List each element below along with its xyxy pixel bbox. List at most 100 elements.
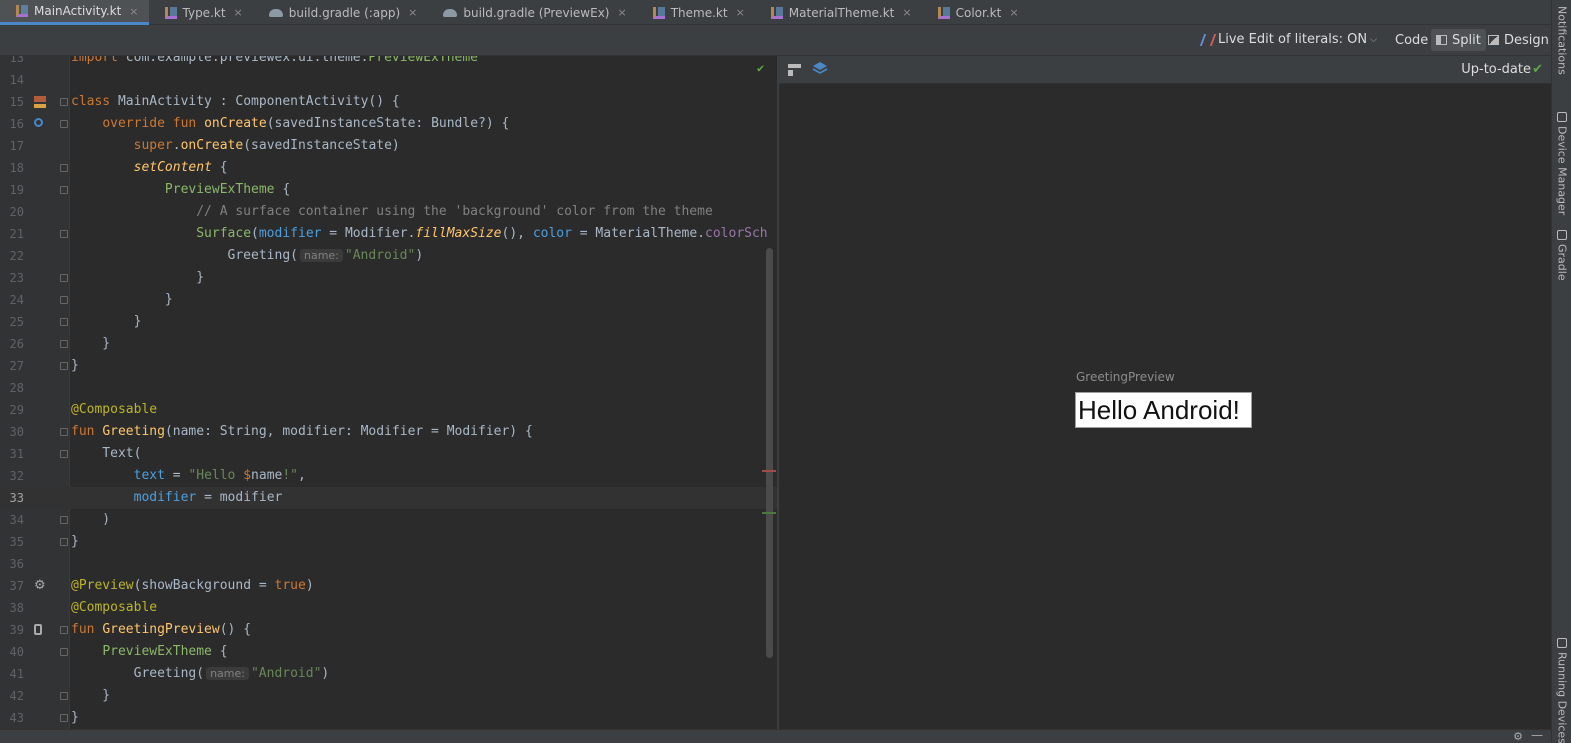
- gear-icon[interactable]: ⚙: [1513, 730, 1523, 743]
- code-line[interactable]: 14: [0, 69, 778, 91]
- editor-tab[interactable]: MainActivity.kt ×: [0, 0, 149, 25]
- editor-tab-label: MainActivity.kt: [34, 4, 122, 18]
- code-line[interactable]: 30 fun Greeting(name: String, modifier: M…: [0, 421, 778, 443]
- editor-tab[interactable]: build.gradle (:app) ×: [253, 0, 428, 25]
- preview-settings-icon[interactable]: ⚙: [34, 575, 46, 593]
- minimize-icon[interactable]: —: [1531, 728, 1543, 742]
- fold-marker-icon[interactable]: [60, 186, 68, 194]
- line-number: 42: [9, 689, 24, 703]
- code-line[interactable]: 22 Greeting(name: "Android"): [0, 245, 778, 267]
- close-icon[interactable]: ×: [408, 6, 417, 19]
- code-line[interactable]: 34 ): [0, 509, 778, 531]
- fold-marker-icon[interactable]: [60, 120, 68, 128]
- fold-marker-icon[interactable]: [60, 428, 68, 436]
- close-icon[interactable]: ×: [129, 5, 138, 18]
- line-number: 38: [9, 601, 24, 615]
- layout-options-icon[interactable]: [788, 64, 801, 76]
- editor-tab[interactable]: build.gradle (PreviewEx) ×: [427, 0, 636, 25]
- gradle-tool-button[interactable]: Gradle: [1554, 230, 1570, 281]
- line-number: 25: [9, 315, 24, 329]
- close-icon[interactable]: ×: [902, 6, 911, 19]
- code-editor[interactable]: 13 import com.example.previewex.ui.theme.…: [0, 56, 778, 729]
- error-stripe-marker[interactable]: [762, 470, 776, 472]
- editor-tab[interactable]: MaterialTheme.kt ×: [755, 0, 922, 25]
- code-line[interactable]: 29 @Composable: [0, 399, 778, 421]
- code-line[interactable]: 16 override fun onCreate(savedInstanceSt…: [0, 113, 778, 135]
- fold-marker-icon[interactable]: [60, 274, 68, 282]
- design-mode-button[interactable]: Design: [1483, 29, 1554, 51]
- close-icon[interactable]: ×: [736, 6, 745, 19]
- code-text: import com.example.previewex.ui.theme.Pr…: [71, 56, 478, 65]
- fold-marker-icon[interactable]: [60, 692, 68, 700]
- code-line[interactable]: 41 Greeting(name: "Android"): [0, 663, 778, 685]
- fold-marker-icon[interactable]: [60, 230, 68, 238]
- device-manager-tool-button[interactable]: Device Manager: [1554, 112, 1570, 215]
- code-line[interactable]: 21 Surface(modifier = Modifier.fillMaxSi…: [0, 223, 778, 245]
- code-line[interactable]: 36: [0, 553, 778, 575]
- override-icon[interactable]: [34, 118, 43, 127]
- code-line[interactable]: 38 @Composable: [0, 597, 778, 619]
- fold-marker-icon[interactable]: [60, 538, 68, 546]
- code-line[interactable]: 32 text = "Hello $name!",: [0, 465, 778, 487]
- activity-icon[interactable]: [34, 96, 46, 108]
- close-icon[interactable]: ×: [617, 6, 626, 19]
- code-line[interactable]: 28: [0, 377, 778, 399]
- fold-marker-icon[interactable]: [60, 362, 68, 370]
- close-icon[interactable]: ×: [1009, 6, 1018, 19]
- fold-marker-icon[interactable]: [60, 164, 68, 172]
- code-line[interactable]: 42 }: [0, 685, 778, 707]
- code-line[interactable]: 17 super.onCreate(savedInstanceState): [0, 135, 778, 157]
- preview-render[interactable]: Hello Android!: [1075, 392, 1252, 428]
- editor-tab[interactable]: Color.kt ×: [922, 0, 1029, 25]
- running-devices-tool-button[interactable]: Running Devices: [1554, 638, 1570, 743]
- inspection-ok-icon[interactable]: ✔: [757, 61, 764, 75]
- code-line[interactable]: 18 setContent {: [0, 157, 778, 179]
- code-line[interactable]: 24 }: [0, 289, 778, 311]
- code-line[interactable]: 26 }: [0, 333, 778, 355]
- code-line[interactable]: 20 // A surface container using the 'bac…: [0, 201, 778, 223]
- code-mode-button[interactable]: Code: [1374, 29, 1461, 51]
- line-number: 24: [9, 293, 24, 307]
- code-line[interactable]: 31 Text(: [0, 443, 778, 465]
- code-line[interactable]: 27}: [0, 355, 778, 377]
- fold-marker-icon[interactable]: [60, 340, 68, 348]
- fold-marker-icon[interactable]: [60, 516, 68, 524]
- code-text: PreviewExTheme {: [102, 644, 228, 659]
- editor-tab[interactable]: Type.kt ×: [149, 0, 253, 25]
- code-line[interactable]: 43}: [0, 707, 778, 729]
- editor-tab[interactable]: Theme.kt ×: [637, 0, 755, 25]
- split-view-icon: [1436, 35, 1447, 45]
- fold-marker-icon[interactable]: [60, 648, 68, 656]
- run-preview-icon[interactable]: [34, 624, 42, 635]
- code-line[interactable]: 23 }: [0, 267, 778, 289]
- fold-marker-icon[interactable]: [60, 98, 68, 106]
- editor-scrollbar[interactable]: [766, 248, 773, 658]
- kotlin-file-icon: [164, 6, 177, 19]
- preview-composable-name[interactable]: GreetingPreview: [1076, 370, 1175, 384]
- code-line[interactable]: 35}: [0, 531, 778, 553]
- fold-marker-icon[interactable]: [60, 626, 68, 634]
- code-text: }: [71, 270, 205, 285]
- line-number: 20: [9, 205, 24, 219]
- fold-marker-icon[interactable]: [60, 296, 68, 304]
- fold-marker-icon[interactable]: [60, 450, 68, 458]
- code-line[interactable]: 33 modifier = modifier: [0, 487, 778, 509]
- change-stripe-marker[interactable]: [762, 512, 776, 514]
- code-line[interactable]: 13 import com.example.previewex.ui.theme.…: [0, 56, 778, 69]
- close-icon[interactable]: ×: [234, 6, 243, 19]
- code-line[interactable]: 40 PreviewExTheme {: [0, 641, 778, 663]
- fold-marker-icon[interactable]: [60, 714, 68, 722]
- code-line[interactable]: 25 }: [0, 311, 778, 333]
- layers-icon[interactable]: [812, 60, 828, 76]
- kotlin-file-icon: [652, 6, 665, 19]
- kotlin-file-icon: [770, 6, 783, 19]
- code-line[interactable]: 37 ⚙ @Preview(showBackground = true): [0, 575, 778, 597]
- code-line[interactable]: 19 PreviewExTheme {: [0, 179, 778, 201]
- code-line[interactable]: 15 class MainActivity : ComponentActivity…: [0, 91, 778, 113]
- code-line[interactable]: 39 fun GreetingPreview() {: [0, 619, 778, 641]
- split-mode-button[interactable]: Split: [1431, 29, 1486, 51]
- fold-marker-icon[interactable]: [60, 318, 68, 326]
- live-edit-toggle[interactable]: Live Edit of literals: ON ⌵: [1199, 32, 1377, 47]
- code-text: fun GreetingPreview() {: [71, 622, 252, 637]
- notifications-tool-button[interactable]: Notifications: [1554, 6, 1570, 75]
